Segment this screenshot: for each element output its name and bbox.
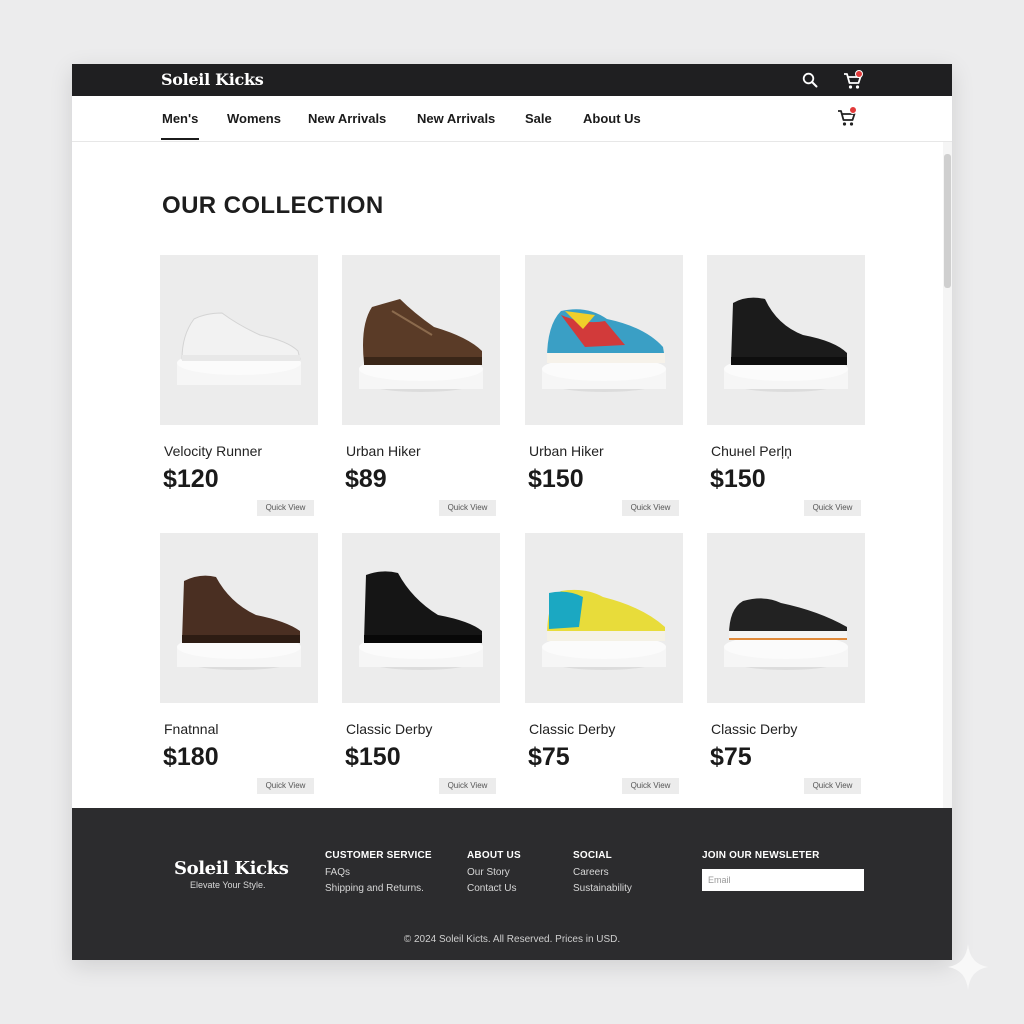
- product-name[interactable]: Urban Hiker: [529, 443, 604, 459]
- yellow-teal-sneaker-icon: [542, 589, 666, 670]
- quick-view-button[interactable]: Quick View: [804, 500, 861, 516]
- product-price: $150: [528, 465, 584, 493]
- product-image[interactable]: [160, 255, 318, 425]
- product-price: $180: [163, 743, 219, 771]
- footer-link-sustainability[interactable]: Sustainability: [573, 883, 632, 894]
- footer-social: SOCIAL Careers Sustainability: [573, 850, 632, 899]
- product-price: $89: [345, 465, 387, 493]
- product-name[interactable]: Classic Derby: [711, 721, 797, 737]
- quick-view-button[interactable]: Quick View: [804, 778, 861, 794]
- product-image[interactable]: [525, 533, 683, 703]
- newsletter-email-input[interactable]: [702, 869, 864, 891]
- nav-item-new-arrivals-2[interactable]: New Arrivals: [417, 111, 495, 126]
- nav-item-sale[interactable]: Sale: [525, 111, 552, 126]
- footer-link-faqs[interactable]: FAQs: [325, 867, 432, 878]
- footer-newsletter: JOIN OUR NEWSLETER: [702, 850, 820, 867]
- footer-heading: JOIN OUR NEWSLETER: [702, 850, 820, 861]
- footer-heading: CUSTOMER SERVICE: [325, 850, 432, 861]
- nav-item-mens[interactable]: Men's: [160, 111, 200, 140]
- product-image[interactable]: [707, 255, 865, 425]
- footer-link-contact[interactable]: Contact Us: [467, 883, 521, 894]
- brown-chukka-boot-icon: [177, 575, 301, 670]
- footer-about: ABOUT US Our Story Contact Us: [467, 850, 521, 899]
- product-name[interactable]: Chuнel Perļņ: [711, 443, 792, 459]
- product-image[interactable]: [342, 255, 500, 425]
- white-sneaker-icon: [177, 312, 301, 385]
- copyright: © 2024 Soleil Kicts. All Reserved. Price…: [403, 934, 621, 945]
- product-price: $150: [345, 743, 401, 771]
- quick-view-button[interactable]: Quick View: [622, 500, 679, 516]
- product-price: $150: [710, 465, 766, 493]
- page-title: OUR COLLECTION: [162, 192, 384, 219]
- quick-view-button[interactable]: Quick View: [439, 500, 496, 516]
- cart-button-top[interactable]: [843, 70, 867, 92]
- product-price: $75: [710, 743, 752, 771]
- black-knit-sneaker-icon: [724, 598, 848, 670]
- footer-customer-service: CUSTOMER SERVICE FAQs Shipping and Retur…: [325, 850, 432, 899]
- product-image[interactable]: [160, 533, 318, 703]
- quick-view-button[interactable]: Quick View: [439, 778, 496, 794]
- quick-view-button[interactable]: Quick View: [622, 778, 679, 794]
- main-nav: Men's Womens New Arrivals New Arrivals S…: [72, 96, 952, 142]
- footer-link-our-story[interactable]: Our Story: [467, 867, 521, 878]
- brand-logo[interactable]: Soleil Kicks: [161, 70, 264, 89]
- footer-brand[interactable]: Soleil Kicks: [174, 858, 289, 879]
- footer-tagline: Elevate Your Style.: [190, 880, 266, 890]
- footer-link-shipping[interactable]: Shipping and Returns.: [325, 883, 432, 894]
- footer: Soleil Kicks Elevate Your Style. CUSTOME…: [72, 808, 952, 960]
- product-name[interactable]: Velocity Runner: [164, 443, 262, 459]
- cart-badge: [855, 70, 863, 78]
- nav-item-about-us[interactable]: About Us: [583, 111, 641, 126]
- nav-item-womens[interactable]: Womens: [227, 111, 281, 126]
- cart-badge: [849, 106, 857, 114]
- cart-button-nav[interactable]: [837, 106, 861, 128]
- scrollbar-thumb[interactable]: [944, 154, 951, 288]
- sparkle-icon: [948, 944, 988, 990]
- search-icon[interactable]: [802, 72, 818, 88]
- product-price: $75: [528, 743, 570, 771]
- black-lace-up-boot-icon: [359, 571, 483, 670]
- black-chukka-boot-icon: [724, 297, 848, 392]
- top-bar: Soleil Kicks: [72, 64, 952, 96]
- browser-window: Soleil Kicks Men's Womens New Arrivals N…: [72, 64, 952, 960]
- brown-hiking-boot-icon: [359, 299, 483, 392]
- product-name[interactable]: Classic Derby: [346, 721, 432, 737]
- product-name[interactable]: Fnatnnal: [164, 721, 218, 737]
- product-image[interactable]: [707, 533, 865, 703]
- quick-view-button[interactable]: Quick View: [257, 500, 314, 516]
- nav-item-new-arrivals[interactable]: New Arrivals: [308, 111, 386, 126]
- product-name[interactable]: Urban Hiker: [346, 443, 421, 459]
- product-price: $120: [163, 465, 219, 493]
- footer-heading: SOCIAL: [573, 850, 612, 861]
- footer-link-careers[interactable]: Careers: [573, 867, 632, 878]
- scrollbar[interactable]: [943, 142, 952, 808]
- product-image[interactable]: [342, 533, 500, 703]
- footer-heading: ABOUT US: [467, 850, 521, 861]
- product-image[interactable]: [525, 255, 683, 425]
- colorful-running-shoe-icon: [542, 309, 666, 392]
- product-name[interactable]: Classic Derby: [529, 721, 615, 737]
- quick-view-button[interactable]: Quick View: [257, 778, 314, 794]
